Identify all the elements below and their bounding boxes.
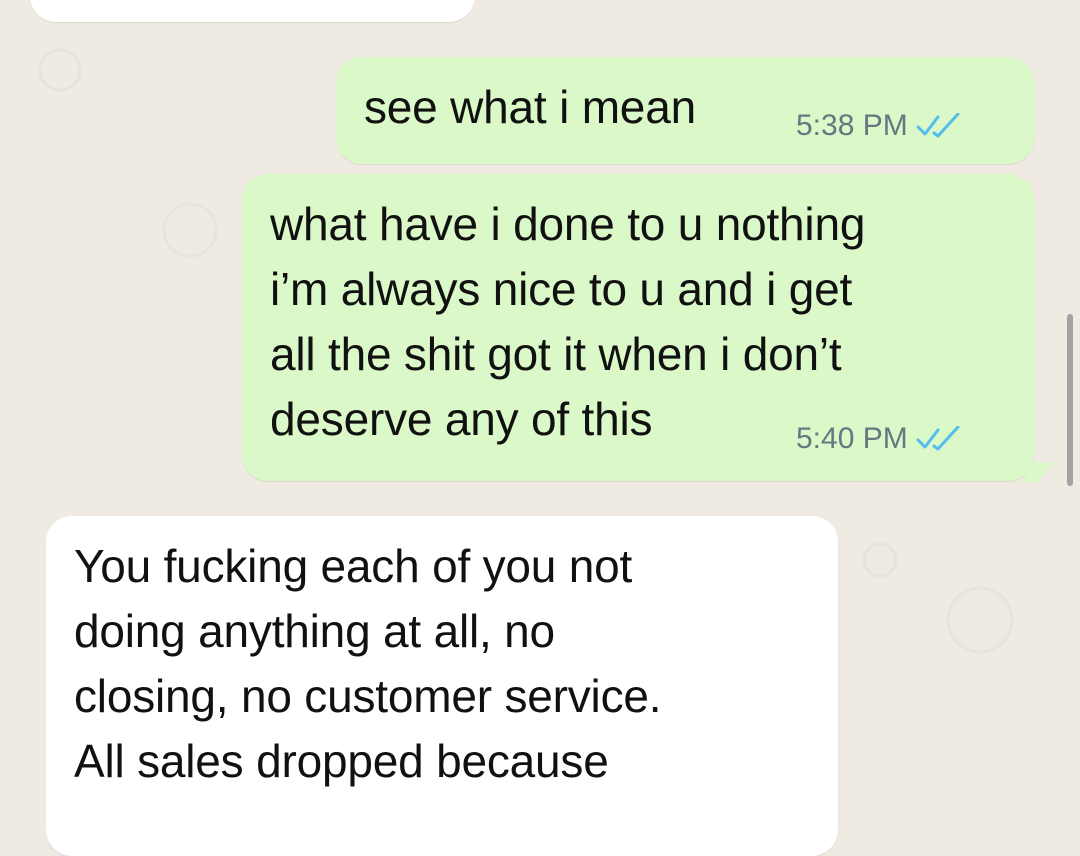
scrollbar-thumb[interactable] bbox=[1067, 314, 1073, 486]
message-time: 5:38 PM bbox=[796, 109, 908, 142]
message-meta: 5:38 PM bbox=[796, 109, 962, 143]
outgoing-message-bubble[interactable]: what have i done to u nothing i’m always… bbox=[242, 174, 1034, 481]
message-text: see what i mean bbox=[364, 81, 696, 133]
incoming-message-bubble[interactable]: You fucking each of you not doing anythi… bbox=[46, 516, 838, 856]
message-time: 5:40 PM bbox=[796, 422, 908, 455]
message-text: You fucking each of you not doing anythi… bbox=[74, 540, 662, 787]
message-text: what have i done to u nothing i’m always… bbox=[270, 198, 866, 445]
double-check-read-icon bbox=[916, 113, 960, 138]
outgoing-message-bubble[interactable]: see what i mean 5:38 PM bbox=[336, 57, 1034, 164]
incoming-message-bubble-partial[interactable] bbox=[30, 0, 475, 22]
message-meta: 5:40 PM bbox=[796, 422, 962, 456]
double-check-read-icon bbox=[916, 426, 960, 451]
